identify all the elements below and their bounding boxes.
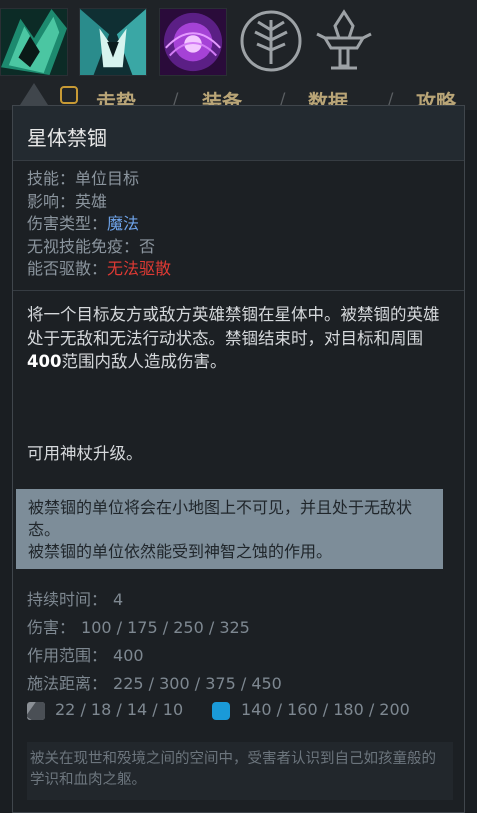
attribute-value: 否 — [139, 236, 156, 256]
divider — [13, 290, 464, 291]
attribute-row: 技能：单位目标 — [27, 168, 171, 191]
cooldown-icon — [27, 702, 45, 720]
ability-attributes: 技能：单位目标 影响：英雄 伤害类型：魔法 无视技能免疫：否 能否驱散：无法驱散 — [27, 168, 171, 281]
stat-key: 伤害： — [27, 618, 76, 637]
ability-purple-vortex-icon[interactable] — [159, 8, 227, 76]
note-line: 被禁锢的单位依然能受到神智之蚀的作用。 — [28, 542, 333, 561]
ability-description: 将一个目标友方或敌方英雄禁锢在星体中。被禁锢的英雄处于无敌和无法行动状态。禁锢结… — [27, 303, 447, 374]
ability-lore: 被关在现世和殁境之间的空间中，受害者认识到自己如孩童般的学识和血肉之躯。 — [27, 742, 453, 800]
stat-key: 持续时间： — [27, 590, 108, 609]
ability-green-slash-icon[interactable] — [0, 8, 68, 76]
attribute-value: 英雄 — [75, 191, 108, 211]
attribute-row: 影响：英雄 — [27, 191, 171, 214]
dispel-value: 无法驱散 — [107, 259, 172, 278]
attribute-key: 无视技能免疫： — [27, 236, 140, 256]
cooldown-value: 22 / 18 / 14 / 10 — [55, 700, 184, 719]
mana-icon — [212, 702, 230, 720]
ability-teal-horns-icon[interactable] — [79, 8, 147, 76]
aghanim-scepter-icon[interactable] — [311, 8, 377, 74]
stat-row: 伤害： 100 / 175 / 250 / 325 — [27, 614, 282, 642]
stat-value: 400 — [113, 646, 144, 665]
stat-row: 作用范围： 400 — [27, 642, 282, 670]
attribute-key: 影响： — [27, 191, 76, 211]
tooltip-header: 星体禁锢 — [13, 106, 464, 161]
attribute-row: 无视技能免疫：否 — [27, 236, 171, 259]
damage-type-value: 魔法 — [107, 214, 140, 233]
description-text: 范围内敌人造成伤害。 — [61, 352, 227, 371]
stat-row: 施法距离： 225 / 300 / 375 / 450 — [27, 670, 282, 698]
ability-notes: 被禁锢的单位将会在小地图上不可见，并且处于无敌状态。 被禁锢的单位依然能受到神智… — [16, 489, 443, 569]
attribute-key: 能否驱散： — [27, 259, 108, 278]
stat-key: 作用范围： — [27, 646, 108, 665]
ability-bar — [0, 0, 477, 80]
attribute-key: 伤害类型： — [27, 214, 108, 233]
cost-row: 22 / 18 / 14 / 10 140 / 160 / 180 / 200 — [27, 700, 447, 722]
attribute-key: 技能： — [27, 169, 76, 188]
description-text: 将一个目标友方或敌方英雄禁锢在星体中。被禁锢的英雄处于无敌和无法行动状态。禁锢结… — [27, 305, 440, 348]
tooltip-pointer — [20, 83, 48, 105]
stat-value: 4 — [113, 590, 124, 609]
stat-value: 100 / 175 / 250 / 325 — [81, 618, 250, 637]
stat-key: 施法距离： — [27, 674, 108, 693]
ability-title: 星体禁锢 — [27, 126, 107, 150]
attribute-row: 伤害类型：魔法 — [27, 213, 171, 236]
mana-cost-value: 140 / 160 / 180 / 200 — [241, 700, 410, 719]
note-line: 被禁锢的单位将会在小地图上不可见，并且处于无敌状态。 — [28, 498, 413, 539]
lore-text: 被关在现世和殁境之间的空间中，受害者认识到自己如孩童般的学识和血肉之躯。 — [30, 751, 436, 788]
attribute-value: 单位目标 — [75, 169, 140, 188]
notes-text: 被禁锢的单位将会在小地图上不可见，并且处于无敌状态。 被禁锢的单位依然能受到神智… — [28, 497, 438, 563]
attribute-row: 能否驱散：无法驱散 — [27, 258, 171, 281]
ability-stats: 持续时间： 4 伤害： 100 / 175 / 250 / 325 作用范围： 400… — [27, 586, 282, 698]
stat-row: 持续时间： 4 — [27, 586, 282, 614]
description-radius: 400 — [27, 352, 62, 371]
ability-tooltip: 星体禁锢 技能：单位目标 影响：英雄 伤害类型：魔法 无视技能免疫：否 能否驱散… — [12, 105, 465, 813]
stat-value: 225 / 300 / 375 / 450 — [113, 674, 282, 693]
scepter-upgrade-note: 可用神杖升级。 — [27, 444, 143, 463]
talent-tree-icon[interactable] — [238, 8, 304, 74]
trend-icon — [60, 86, 78, 104]
